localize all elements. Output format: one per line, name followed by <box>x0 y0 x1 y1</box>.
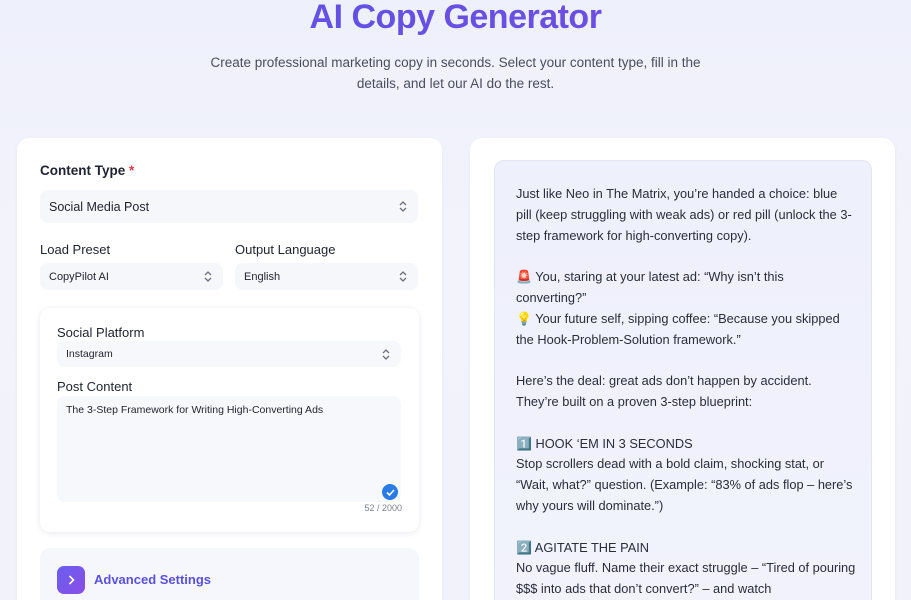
advanced-settings-label[interactable]: Advanced Settings <box>94 572 211 587</box>
output-line: No vague fluff. Name their exact struggl… <box>516 560 856 597</box>
output-gap <box>516 246 856 267</box>
content-type-value: Social Media Post <box>49 199 150 214</box>
required-mark: * <box>129 163 135 178</box>
output-line: Here’s the deal: great ads don’t happen … <box>516 373 812 409</box>
content-type-label-text: Content Type <box>40 163 126 178</box>
preset-label: Load Preset <box>40 242 111 257</box>
content-type-select[interactable]: Social Media Post <box>40 190 418 223</box>
output-line: Stop scrollers dead with a bold claim, s… <box>516 456 853 513</box>
output-gap <box>516 413 856 434</box>
chevron-updown-icon <box>396 200 410 214</box>
char-counter: 52 / 2000 <box>364 503 402 513</box>
language-label: Output Language <box>235 242 336 257</box>
output-line: Just like Neo in The Matrix, you’re hand… <box>516 186 852 243</box>
output-gap <box>516 517 856 538</box>
output-line: 🚨 You, staring at your latest ad: “Why i… <box>516 269 784 305</box>
chevron-updown-icon <box>379 347 393 361</box>
preset-select[interactable]: CopyPilot AI <box>40 263 223 290</box>
page-title: AI Copy Generator <box>0 0 911 37</box>
output-panel: Just like Neo in The Matrix, you’re hand… <box>494 160 872 600</box>
platform-select[interactable]: Instagram <box>57 341 401 367</box>
content-type-label: Content Type * <box>40 163 134 178</box>
chevron-right-icon <box>68 575 75 585</box>
page-subtitle: Create professional marketing copy in se… <box>210 55 701 91</box>
output-line: 💡 Your future self, sipping coffee: “Bec… <box>516 310 840 347</box>
post-content-textarea[interactable]: The 3-Step Framework for Writing High-Co… <box>57 396 401 502</box>
platform-value: Instagram <box>66 348 113 360</box>
language-select[interactable]: English <box>235 263 418 290</box>
output-text: Just like Neo in The Matrix, you’re hand… <box>516 184 856 600</box>
preset-value: CopyPilot AI <box>49 270 109 283</box>
output-line: 2️⃣ AGITATE THE PAIN <box>516 539 650 555</box>
chevron-updown-icon <box>396 270 410 284</box>
post-content-label: Post Content <box>57 379 133 394</box>
platform-label: Social Platform <box>57 325 145 340</box>
output-line: 1️⃣ HOOK ‘EM IN 3 SECONDS <box>516 435 693 451</box>
language-value: English <box>244 270 281 283</box>
chevron-updown-icon <box>201 270 215 284</box>
output-gap <box>516 350 856 371</box>
check-icon <box>382 484 398 500</box>
advanced-toggle-button[interactable] <box>57 566 85 594</box>
